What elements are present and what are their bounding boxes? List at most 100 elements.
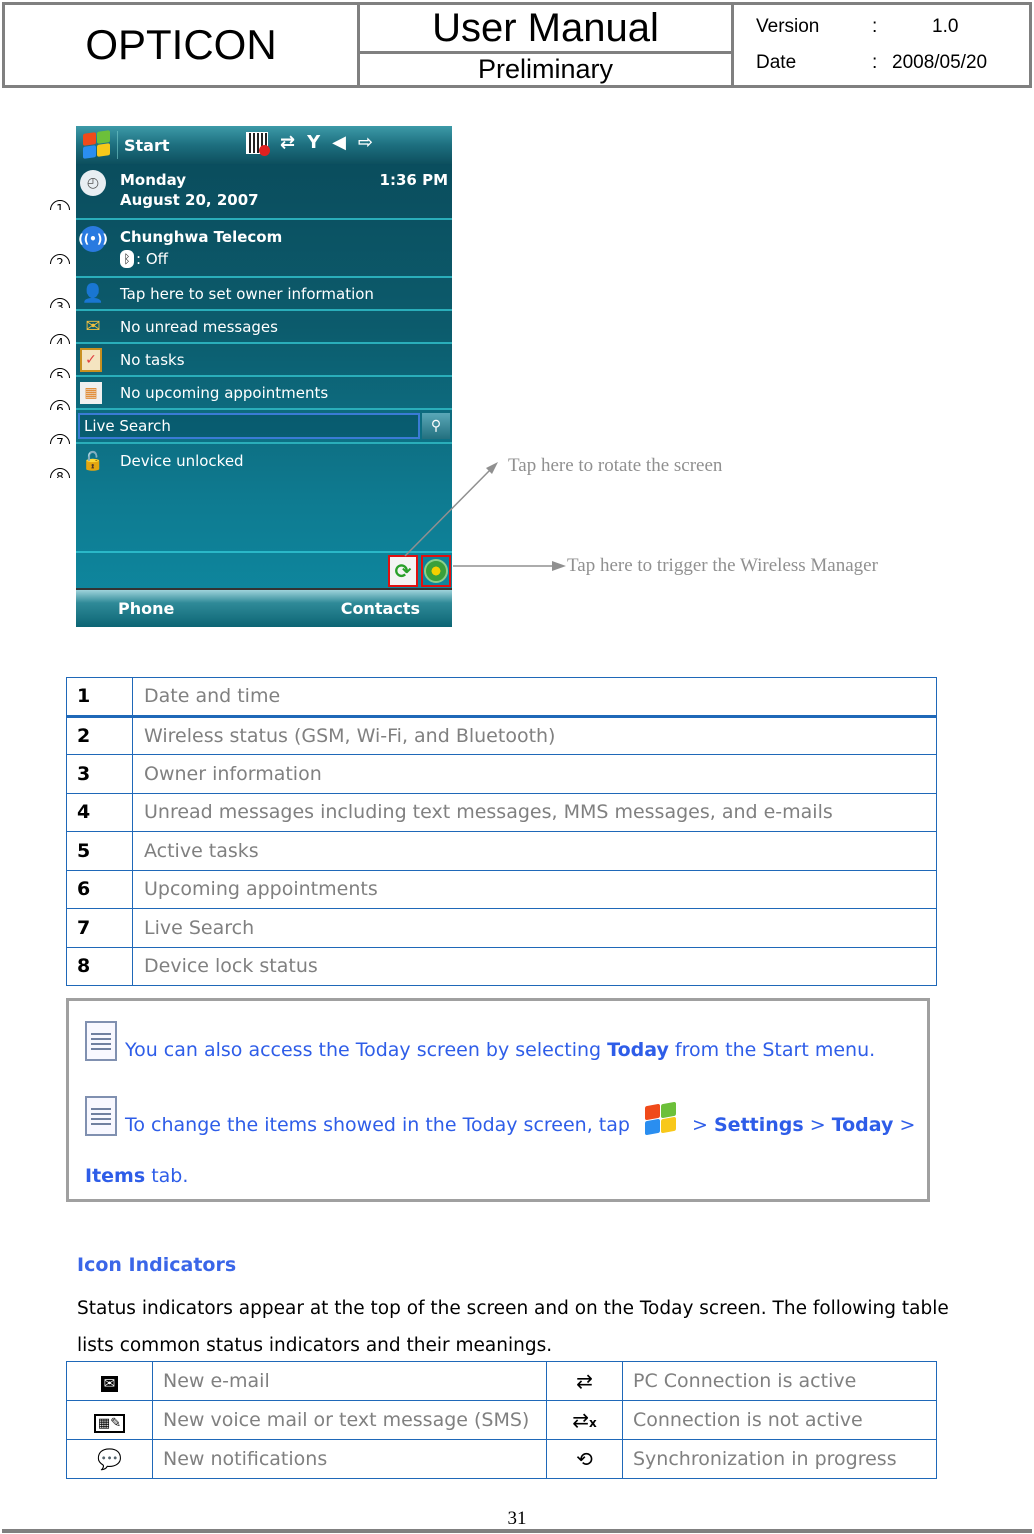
messages-label: No unread messages — [120, 317, 278, 336]
item-number: 5 — [66, 831, 133, 871]
note-1-tail: from the Start menu. — [668, 1039, 876, 1061]
marker-8: 8 — [50, 468, 72, 478]
carrier-label: Chunghwa Telecom — [120, 228, 283, 246]
item-number: 1 — [66, 677, 133, 718]
wireless-manager-icon[interactable] — [421, 555, 451, 587]
today-screen-screenshot: Start ⇄ Y ◀︎ ⇨ ◴ Monday August 20, 2007 … — [76, 126, 452, 627]
windows-start-icon[interactable] — [81, 130, 111, 160]
owner-row[interactable]: 👤 Tap here to set owner information — [76, 278, 452, 311]
email-icon: ✉ — [66, 1361, 153, 1401]
rotate-annotation: Tap here to rotate the screen — [508, 455, 723, 476]
date-separator: : — [872, 52, 878, 73]
rotate-arrowhead — [486, 462, 498, 474]
search-icon[interactable]: ⚲ — [422, 413, 450, 439]
item-description: Unread messages including text messages,… — [132, 792, 937, 832]
notification-icon: 💬 — [66, 1439, 153, 1479]
settings-path: Settings — [714, 1114, 804, 1136]
note-document-icon — [85, 1021, 117, 1061]
wireless-manager-gear — [424, 559, 448, 583]
marker-1: 1 — [50, 200, 72, 210]
owner-icon: 👤 — [81, 283, 105, 304]
connection-inactive-icon: ⇄x — [546, 1400, 623, 1440]
note-document-icon — [85, 1096, 117, 1136]
indicator-meaning: Connection is not active — [622, 1400, 937, 1440]
bluetooth-status: ᛒ : Off — [120, 248, 168, 270]
voicemail-sms-icon: ▦✎ — [66, 1400, 153, 1440]
rotate-screen-icon[interactable]: ⟳ — [388, 555, 418, 587]
title-separator — [117, 131, 118, 159]
marker-4: 4 — [50, 334, 72, 344]
version-row: Version : 1.0 — [756, 16, 1029, 38]
table-row: 6 Upcoming appointments — [66, 869, 937, 909]
signal-icon[interactable]: Y — [307, 132, 320, 154]
lock-status-label: Device unlocked — [120, 452, 244, 470]
marker-3: 3 — [50, 298, 72, 308]
table-row: 4 Unread messages including text messages… — [66, 792, 937, 832]
date-value: 2008/05/20 — [892, 52, 988, 73]
document-title: User Manual — [360, 5, 731, 54]
barcode-disabled-icon[interactable] — [246, 132, 270, 156]
page-number: 31 — [507, 1508, 527, 1529]
day-label: Monday — [120, 171, 187, 189]
calendar-icon: ▦ — [80, 381, 102, 404]
date-time-row[interactable]: ◴ Monday August 20, 2007 1:36 PM — [76, 164, 452, 220]
indicator-meaning: New voice mail or text message (SMS) — [152, 1400, 547, 1440]
device-lock-row[interactable]: 🔓 Device unlocked — [76, 444, 452, 478]
table-row: 7 Live Search — [66, 908, 937, 948]
table-row: 8 Device lock status — [66, 946, 937, 986]
status-icons: ⇄ Y ◀︎ ⇨ — [246, 132, 373, 156]
date-row: Date : 2008/05/20 — [756, 52, 1029, 74]
tasks-row[interactable]: ✓ No tasks — [76, 344, 452, 377]
live-search-input[interactable]: Live Search — [78, 413, 420, 439]
item-description: Date and time — [132, 677, 937, 718]
item-number: 2 — [66, 715, 133, 755]
wireless-arrowhead — [552, 561, 566, 571]
marker-5: 5 — [50, 368, 72, 378]
table-row: 1 Date and time — [66, 677, 937, 718]
brand-name: OPTICON — [5, 5, 360, 85]
today-path: Today — [831, 1114, 894, 1136]
today-items-legend-table: 1 Date and time 2 Wireless status (GSM, Wi… — [66, 677, 937, 986]
note-1-text: You can also access the Today screen by … — [125, 1039, 608, 1061]
note-2-tail: tab. — [145, 1165, 189, 1187]
item-number: 8 — [66, 946, 133, 986]
pc-connection-icon[interactable]: ⇄ — [280, 132, 295, 154]
sync-icon: ⟲ — [546, 1439, 623, 1479]
callout-markers: 1 2 3 4 5 6 7 8 — [50, 190, 74, 490]
note-box: You can also access the Today screen by … — [66, 998, 930, 1202]
appointments-row[interactable]: ▦ No upcoming appointments — [76, 377, 452, 410]
version-separator: : — [872, 16, 878, 37]
section-heading: Icon Indicators — [77, 1254, 237, 1276]
item-description: Wireless status (GSM, Wi-Fi, and Bluetoo… — [132, 715, 937, 755]
table-row: 3 Owner information — [66, 754, 937, 794]
footer-rule — [2, 1529, 1032, 1533]
document-header: OPTICON User Manual Preliminary Version … — [2, 2, 1032, 88]
table-row: 5 Active tasks — [66, 831, 937, 871]
breadcrumb-separator: > — [686, 1114, 714, 1136]
item-number: 4 — [66, 792, 133, 832]
table-row: 2 Wireless status (GSM, Wi-Fi, and Blueto… — [66, 715, 937, 755]
start-menu-label[interactable]: Start — [124, 136, 170, 155]
battery-power-icon[interactable]: ⇨ — [358, 132, 373, 154]
windows-start-icon — [642, 1101, 676, 1136]
item-number: 7 — [66, 908, 133, 948]
tray-divider — [76, 551, 452, 553]
marker-2: 2 — [50, 254, 72, 264]
softkey-contacts[interactable]: Contacts — [341, 599, 420, 618]
appointments-label: No upcoming appointments — [120, 383, 329, 402]
softkey-phone[interactable]: Phone — [118, 599, 174, 618]
messages-row[interactable]: ✉ No unread messages — [76, 311, 452, 344]
speaker-icon[interactable]: ◀︎ — [332, 132, 346, 154]
wireless-annotation: Tap here to trigger the Wireless Manager — [567, 555, 878, 576]
item-description: Device lock status — [132, 946, 937, 986]
breadcrumb-separator: > — [893, 1114, 916, 1136]
version-label: Version — [756, 16, 820, 37]
note-1-bold: Today — [607, 1039, 669, 1061]
live-search-row: Live Search ⚲ — [76, 410, 452, 444]
item-description: Active tasks — [132, 831, 937, 871]
items-tab-path: Items — [85, 1165, 146, 1187]
pc-connection-active-icon: ⇄ — [546, 1361, 623, 1401]
bluetooth-icon: ᛒ — [120, 250, 134, 268]
wireless-row[interactable]: ((•)) Chunghwa Telecom ᛒ : Off — [76, 220, 452, 278]
version-value: 1.0 — [932, 16, 959, 37]
